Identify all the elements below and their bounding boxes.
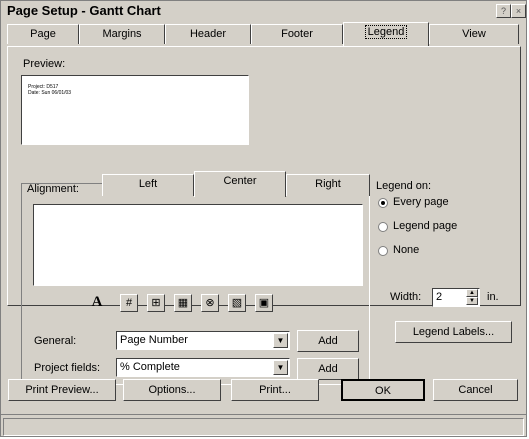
add-general-button[interactable]: Add [297, 330, 359, 352]
radio-every-page-label: Every page [393, 196, 449, 208]
chevron-down-icon[interactable]: ▼ [273, 360, 288, 375]
print-preview-button[interactable]: Print Preview... [8, 379, 116, 401]
date-icon[interactable]: ▦ [174, 294, 192, 312]
preview-label: Preview: [23, 58, 66, 70]
preview-box: Project: D517 Date: Sun 06/01/03 [21, 75, 249, 145]
alignment-tab-center[interactable]: Center [194, 171, 286, 197]
alignment-tab-center-label: Center [223, 175, 257, 187]
page-setup-dialog: Page Setup - Gantt Chart ? × Page Margin… [0, 0, 527, 437]
close-button[interactable]: × [511, 4, 526, 18]
project-fields-label: Project fields: [34, 362, 101, 374]
status-bar [1, 414, 526, 436]
general-dropdown[interactable]: Page Number ▼ [116, 331, 290, 350]
tab-strip: Page Margins Header Footer Legend View [7, 22, 521, 46]
status-field [3, 418, 524, 436]
width-spinner[interactable]: 2 ▲ ▼ [432, 288, 480, 307]
legend-text-area[interactable] [33, 204, 363, 286]
radio-every-page[interactable] [378, 198, 388, 208]
alignment-tab-right-label: Right [315, 178, 341, 190]
title-bar: Page Setup - Gantt Chart ? × [1, 1, 526, 21]
width-label: Width: [390, 291, 422, 303]
alignment-tab-left[interactable]: Left [102, 174, 194, 196]
spin-down-icon[interactable]: ▼ [466, 297, 478, 305]
tab-header-label: Header [189, 28, 227, 40]
insert-picture-icon[interactable]: ▣ [255, 294, 273, 312]
legend-on-label: Legend on: [376, 180, 432, 192]
alignment-tabs: Left Center Right [102, 171, 370, 197]
page-number-icon[interactable]: # [120, 294, 138, 312]
tab-legend-label: Legend [364, 25, 408, 39]
radio-legend-page[interactable] [378, 222, 388, 232]
width-value: 2 [436, 291, 443, 303]
width-unit: in. [487, 291, 499, 303]
tab-margins[interactable]: Margins [79, 24, 165, 44]
options-button[interactable]: Options... [123, 379, 221, 401]
alignment-tab-left-label: Left [138, 178, 158, 190]
legend-labels-button[interactable]: Legend Labels... [395, 321, 512, 343]
tab-view-label: View [462, 28, 486, 40]
tab-footer[interactable]: Footer [251, 24, 343, 44]
chevron-down-icon[interactable]: ▼ [273, 333, 288, 348]
spin-up-icon[interactable]: ▲ [466, 289, 478, 297]
radio-none[interactable] [378, 246, 388, 256]
preview-line: Date: Sun 06/01/03 [28, 90, 72, 96]
help-button[interactable]: ? [496, 4, 511, 18]
tab-view[interactable]: View [429, 24, 519, 44]
tab-legend[interactable]: Legend [343, 22, 429, 46]
cancel-button[interactable]: Cancel [433, 379, 518, 401]
tab-margins-label: Margins [102, 28, 142, 40]
project-fields-dropdown[interactable]: % Complete ▼ [116, 358, 290, 377]
time-icon[interactable]: ⊗ [201, 294, 219, 312]
add-project-field-button[interactable]: Add [297, 358, 359, 380]
total-pages-icon[interactable]: ⊞ [147, 294, 165, 312]
tab-page-label: Page [30, 28, 56, 40]
tab-page[interactable]: Page [7, 24, 79, 44]
font-format-icon[interactable]: A [88, 294, 106, 312]
ok-button[interactable]: OK [341, 379, 425, 401]
radio-legend-page-label: Legend page [393, 220, 458, 232]
tab-header[interactable]: Header [165, 24, 251, 44]
project-fields-value: % Complete [120, 361, 180, 373]
general-label: General: [34, 335, 77, 347]
radio-none-label: None [393, 244, 420, 256]
print-button[interactable]: Print... [231, 379, 319, 401]
tab-footer-label: Footer [281, 28, 313, 40]
general-value: Page Number [120, 334, 188, 346]
file-name-icon[interactable]: ▧ [228, 294, 246, 312]
window-title: Page Setup - Gantt Chart [7, 3, 161, 18]
alignment-tab-right[interactable]: Right [286, 174, 370, 196]
